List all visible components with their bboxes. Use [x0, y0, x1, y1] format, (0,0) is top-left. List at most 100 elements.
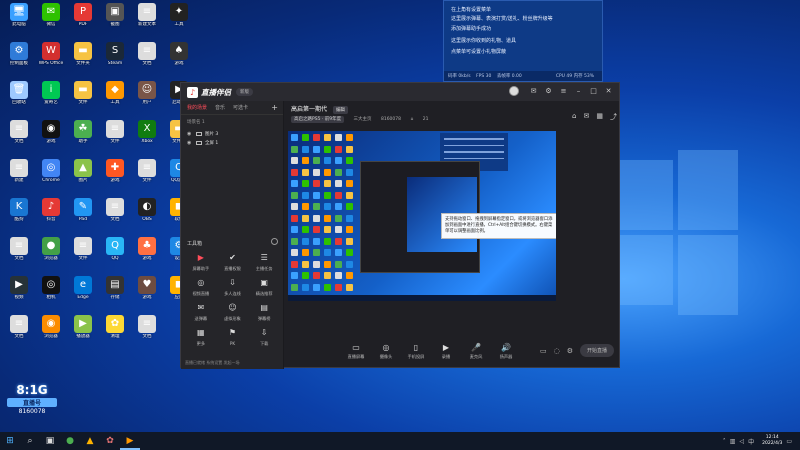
chevron-up-icon[interactable]: ˄: [723, 438, 726, 445]
desktop-icon[interactable]: ♪ 抖音: [35, 198, 67, 222]
share-icon[interactable]: ⤴: [610, 112, 617, 122]
live-settings-icon[interactable]: ⚙: [567, 347, 573, 355]
desktop-icon[interactable]: ✉ 微信: [35, 3, 67, 27]
desktop-icon[interactable]: K 酷狗: [3, 198, 35, 222]
volume-icon[interactable]: ◁: [739, 438, 744, 445]
desktop-icon[interactable]: ▶ 播放器: [67, 315, 99, 339]
gift-icon[interactable]: ✉: [584, 112, 590, 122]
desktop-icon[interactable]: X Xbox: [131, 120, 163, 144]
eye-icon[interactable]: ◉: [187, 140, 193, 146]
desktop-icon[interactable]: ≡ 文档: [99, 198, 131, 222]
desktop-icon[interactable]: ▲ 图片: [67, 159, 99, 183]
phone-cast-button[interactable]: ▯ 手机投屏: [401, 343, 431, 360]
tab-scenes[interactable]: 我的场景: [187, 104, 207, 111]
data-icon[interactable]: ▦: [596, 112, 603, 122]
desktop-icon[interactable]: ≡ 文档: [3, 237, 35, 261]
desktop-icon[interactable]: ◎ Chrome: [35, 159, 67, 183]
tool-button[interactable]: ⚑ PK: [217, 328, 249, 347]
desktop-icon[interactable]: ≡ 文件: [99, 120, 131, 144]
desktop-icon[interactable]: ♣ 游戏: [131, 237, 163, 261]
edit-button[interactable]: 编辑: [332, 106, 348, 114]
tool-button[interactable]: ▶ 屏幕助手: [185, 253, 217, 272]
tool-button[interactable]: ⇩ 下载: [248, 328, 280, 347]
desktop-icon[interactable]: ▤ 存储: [99, 276, 131, 300]
scene-item[interactable]: ◉ 图片 3: [181, 129, 283, 138]
desktop-icon[interactable]: S Steam: [99, 42, 131, 66]
desktop-icon[interactable]: ≡ 新建文本: [131, 3, 163, 27]
desktop-icon[interactable]: ≡ 文档: [3, 120, 35, 144]
task-view-icon[interactable]: ▣: [40, 432, 60, 450]
shop-icon[interactable]: ⌂: [572, 112, 576, 122]
tool-button[interactable]: ✔ 直播权限: [217, 253, 249, 272]
ime-icon[interactable]: 中: [748, 437, 754, 446]
app-taskbar-icon[interactable]: ▲: [80, 432, 100, 450]
desktop-icon[interactable]: ◆ 工具: [99, 81, 131, 105]
desktop-icon[interactable]: ☺ 用户: [131, 81, 163, 105]
tool-button[interactable]: ☺ 虚拟形象: [217, 303, 249, 322]
user-avatar[interactable]: [509, 86, 519, 96]
desktop-icon[interactable]: ✿ 清理: [99, 315, 131, 339]
microphone-button[interactable]: 🎤 麦克风: [461, 343, 491, 360]
camera-small-icon[interactable]: ▭: [540, 347, 547, 355]
settings-icon[interactable]: ⚙: [544, 87, 553, 96]
desktop-icon[interactable]: ≡ 文件: [67, 237, 99, 261]
app-taskbar-icon[interactable]: ✿: [100, 432, 120, 450]
tool-button[interactable]: ▣ 精选推荐: [248, 278, 280, 297]
camera-button[interactable]: ◎ 摄像头: [371, 343, 401, 360]
toolbox-settings-icon[interactable]: [271, 238, 278, 245]
maximize-icon[interactable]: □: [589, 87, 598, 96]
tool-button[interactable]: ⇩ 多人连线: [217, 278, 249, 297]
eye-icon[interactable]: ◉: [187, 131, 193, 137]
notification-center-icon[interactable]: ▭: [786, 438, 792, 445]
network-icon[interactable]: ▥: [730, 438, 736, 445]
desktop-icon[interactable]: ● 浏览器: [35, 237, 67, 261]
tab-cards[interactable]: 可选卡: [233, 104, 248, 111]
start-button[interactable]: ⊞: [0, 432, 20, 450]
tool-button[interactable]: ▤ 弹幕榜: [248, 303, 280, 322]
tool-button[interactable]: ▦ 更多: [185, 328, 217, 347]
desktop-icon[interactable]: W WPS Office: [35, 42, 67, 66]
desktop-icon[interactable]: ✚ 游戏: [99, 159, 131, 183]
tool-button[interactable]: ✉ 送弹幕: [185, 303, 217, 322]
desktop-icon[interactable]: 🖥 此电脑: [3, 3, 35, 27]
desktop-icon[interactable]: ≡ 文档: [131, 42, 163, 66]
desktop-icon[interactable]: i 爱奇艺: [35, 81, 67, 105]
desktop-icon[interactable]: e Edge: [67, 276, 99, 300]
desktop-icon[interactable]: ⚙ 控制面板: [3, 42, 35, 66]
version-badge[interactable]: 新版: [236, 88, 253, 96]
tool-button[interactable]: ◎ 视频直播: [185, 278, 217, 297]
desktop-icon[interactable]: P PDF: [67, 3, 99, 27]
messages-icon[interactable]: ✉: [529, 87, 538, 96]
desktop-icon[interactable]: ☘ 助手: [67, 120, 99, 144]
chrome-taskbar-icon[interactable]: ●: [60, 432, 80, 450]
desktop-icon[interactable]: ♠ 游戏: [163, 42, 195, 66]
desktop-icon[interactable]: ≡ 新建: [3, 159, 35, 183]
desktop-icon[interactable]: ✎ Pad: [67, 198, 99, 222]
desktop-icon[interactable]: ◐ OBS: [131, 198, 163, 222]
clock[interactable]: 12:14 2022/4/3: [762, 435, 782, 447]
tool-button[interactable]: ☰ 主播任务: [248, 253, 280, 272]
desktop-icon[interactable]: ≡ 文件: [131, 159, 163, 183]
tab-music[interactable]: 音乐: [215, 104, 225, 111]
desktop-icon[interactable]: ♥ 游戏: [131, 276, 163, 300]
add-scene-icon[interactable]: +: [271, 103, 278, 112]
desktop-icon[interactable]: ◉ 游戏: [35, 120, 67, 144]
desktop-icon[interactable]: ▶ 视频: [3, 276, 35, 300]
start-live-button[interactable]: 开始直播: [579, 344, 614, 357]
desktop-icon[interactable]: Q QQ: [99, 237, 131, 261]
menu-icon[interactable]: ≡: [559, 87, 568, 96]
close-icon[interactable]: ✕: [604, 87, 613, 96]
desktop-icon[interactable]: ▣ 截图: [99, 3, 131, 27]
speaker-button[interactable]: 🔊 扬声器: [491, 343, 521, 360]
desktop-icon[interactable]: ▬ 文件: [67, 81, 99, 105]
screen-capture-button[interactable]: ▭ 直播屏幕: [341, 343, 371, 360]
search-icon[interactable]: ⌕: [20, 432, 40, 450]
desktop-icon[interactable]: ≡ 文档: [3, 315, 35, 339]
record-button[interactable]: ▶ 录播: [431, 343, 461, 360]
stream-preview[interactable]: 支持拖动窗口、拖拽到屏幕指定窗口，或将浏览器窗口添加到画面中进行直播，Ctrl+…: [288, 131, 556, 301]
scene-item[interactable]: ◉ 全屏 1: [181, 138, 283, 147]
live-companion-taskbar-icon[interactable]: ▶: [120, 432, 140, 450]
desktop-icon[interactable]: ✦ 工具: [163, 3, 195, 27]
desktop-icon[interactable]: ◉ 浏览器: [35, 315, 67, 339]
desktop-icon[interactable]: 🗑 回收站: [3, 81, 35, 105]
